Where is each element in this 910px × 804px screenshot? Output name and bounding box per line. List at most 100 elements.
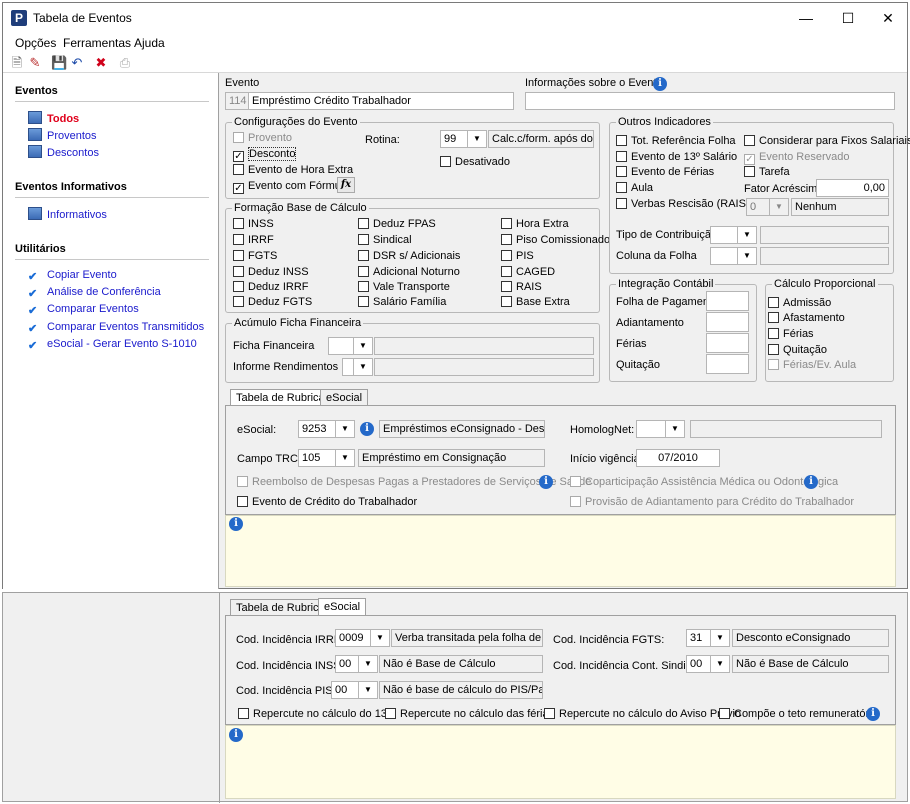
chevron-down-icon[interactable]: ▼ [737,247,757,265]
save-icon[interactable]: 💾 [51,55,67,71]
adiantamento-input[interactable] [706,312,749,332]
reservado-checkbox[interactable]: ✓ Evento Reservado [744,151,850,165]
ferias-checkbox[interactable]: Evento de Férias [616,166,714,178]
caged-checkbox[interactable]: CAGED [501,266,555,278]
inss-input[interactable]: 00 [335,655,359,673]
chevron-down-icon[interactable]: ▼ [467,130,487,148]
dsr-checkbox[interactable]: DSR s/ Adicionais [358,250,460,262]
evento13-checkbox[interactable]: Evento de 13º Salário [616,151,737,163]
chevron-down-icon[interactable]: ▼ [335,420,355,438]
aula-checkbox[interactable]: Aula [616,182,653,194]
menu-ferramentas[interactable]: Ferramentas [63,36,131,50]
teto-checkbox[interactable]: Compõe o teto remuneratório [719,708,878,720]
chevron-down-icon[interactable]: ▼ [665,420,685,438]
inicio-input[interactable]: 07/2010 [636,449,720,467]
afastamento-checkbox[interactable]: Afastamento [768,312,845,324]
chevron-down-icon[interactable]: ▼ [710,655,730,673]
irrf-input[interactable]: 0009 [335,629,371,647]
tot-ref-checkbox[interactable]: Tot. Referência Folha [616,135,736,147]
sidebar-item-analise[interactable]: ✔ Análise de Conferência [28,286,161,301]
delete-icon[interactable]: ✖ [93,55,109,71]
tipo-contrib-input[interactable] [710,226,738,244]
sidebar-item-copiar[interactable]: ✔ Copiar Evento [28,269,117,284]
verbas-input[interactable]: 0 [746,198,770,216]
coluna-folha-input[interactable] [710,247,738,265]
ficha-input[interactable] [328,337,354,355]
chevron-down-icon[interactable]: ▼ [358,655,378,673]
ferias-aula-checkbox[interactable]: Férias/Ev. Aula [768,359,856,371]
rotina-input[interactable]: 99 [440,130,468,148]
sidebar-item-descontos[interactable]: Descontos [28,145,99,159]
repferias-checkbox[interactable]: Repercute no cálculo das férias [385,708,554,720]
info-icon[interactable]: i [539,475,553,489]
undo-icon[interactable]: ↶ [69,55,85,71]
folha-pagamento-input[interactable] [706,291,749,311]
rep13-checkbox[interactable]: Repercute no cálculo do 13º [238,708,391,720]
considerar-checkbox[interactable]: Considerar para Fixos Salariais [744,135,910,147]
rais-checkbox[interactable]: RAIS [501,281,542,293]
credito-checkbox[interactable]: Evento de Crédito do Trabalhador [237,496,417,508]
formula-checkbox[interactable]: ✓ Evento com Fórmula [233,180,349,194]
info-evento-input[interactable] [525,92,895,110]
info-icon[interactable]: i [360,422,374,436]
info-icon[interactable]: i [229,728,243,742]
evento-name-input[interactable]: Empréstimo Crédito Trabalhador [248,92,514,110]
tab-esocial[interactable]: eSocial [320,389,369,406]
salario-familia-checkbox[interactable]: Salário Família [358,296,446,308]
deduz-irrf-checkbox[interactable]: Deduz IRRF [233,281,309,293]
chevron-down-icon[interactable]: ▼ [710,629,730,647]
desconto-checkbox[interactable]: ✓ Desconto [233,147,297,162]
fator-input[interactable]: 0,00 [816,179,889,197]
provento-checkbox[interactable]: Provento [233,132,292,144]
sindical-checkbox[interactable]: Sindical [358,234,412,246]
base-extra-checkbox[interactable]: Base Extra [501,296,570,308]
esocial-input[interactable]: 9253 [298,420,336,438]
chevron-down-icon[interactable]: ▼ [335,449,355,467]
trct-input[interactable]: 105 [298,449,336,467]
sidebar-item-comparar[interactable]: ✔ Comparar Eventos [28,303,139,318]
sidebar-item-comparar-transmitidos[interactable]: ✔ Comparar Eventos Transmitidos [28,321,204,336]
coparticipacao-checkbox[interactable]: Coparticipação Assistência Médica ou Odo… [570,476,838,488]
tab-esocial-2[interactable]: eSocial [318,598,367,615]
ferias-prop-checkbox[interactable]: Férias [768,328,814,340]
desativado-checkbox[interactable]: Desativado [440,156,510,168]
sidebar-item-informativos[interactable]: Informativos [28,207,107,221]
close-icon[interactable]: ✕ [879,9,897,27]
formula-icon[interactable]: fx [337,177,355,193]
info-icon[interactable]: i [229,517,243,531]
sidebar-item-todos[interactable]: Todos [28,111,79,125]
pis-input[interactable]: 00 [331,681,359,699]
fgts-input[interactable]: 31 [686,629,711,647]
new-icon[interactable]: 🗎 [9,55,25,71]
admissao-checkbox[interactable]: Admissão [768,297,831,309]
irrf-checkbox[interactable]: IRRF [233,234,274,246]
chevron-down-icon[interactable]: ▼ [370,629,390,647]
piso-comissionado-checkbox[interactable]: Piso Comissionado [501,234,610,246]
chevron-down-icon[interactable]: ▼ [737,226,757,244]
info-icon[interactable]: i [653,77,667,91]
ferias-integracao-input[interactable] [706,333,749,353]
info-icon[interactable]: i [804,475,818,489]
menu-ajuda[interactable]: Ajuda [134,36,165,50]
fgts-checkbox[interactable]: FGTS [233,250,277,262]
adicional-noturno-checkbox[interactable]: Adicional Noturno [358,266,460,278]
vale-transporte-checkbox[interactable]: Vale Transporte [358,281,450,293]
edit-icon[interactable]: ✎ [27,55,43,71]
chevron-down-icon[interactable]: ▼ [769,198,789,216]
maximize-icon[interactable]: ☐ [839,9,857,27]
inss-checkbox[interactable]: INSS [233,218,274,230]
hora-extra-base-checkbox[interactable]: Hora Extra [501,218,569,230]
menu-opcoes[interactable]: Opções [15,36,56,50]
pis-checkbox[interactable]: PIS [501,250,534,262]
repaviso-checkbox[interactable]: Repercute no cálculo do Aviso Prévio [544,708,741,720]
sidebar-item-esocial-s1010[interactable]: ✔ eSocial - Gerar Evento S-1010 [28,338,197,353]
sidebar-item-proventos[interactable]: Proventos [28,128,97,142]
provisao-checkbox[interactable]: Provisão de Adiantamento para Crédito do… [570,496,854,508]
print-icon[interactable]: ⎙ [117,55,133,71]
deduz-fgts-checkbox[interactable]: Deduz FGTS [233,296,312,308]
quitacao-integracao-input[interactable] [706,354,749,374]
homolognet-input[interactable] [636,420,666,438]
chevron-down-icon[interactable]: ▼ [353,358,373,376]
deduz-fpas-checkbox[interactable]: Deduz FPAS [358,218,436,230]
sindical-input[interactable]: 00 [686,655,711,673]
